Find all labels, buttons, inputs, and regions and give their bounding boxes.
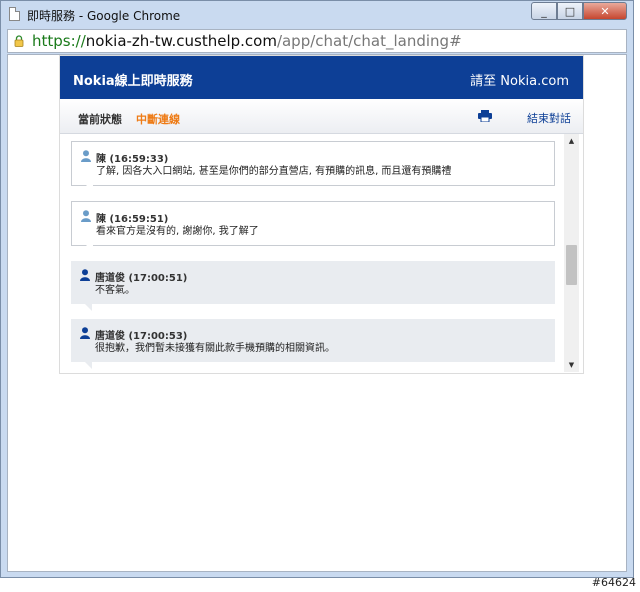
close-button[interactable]: ✕ (583, 2, 627, 20)
url-text[interactable]: https://nokia-zh-tw.custhelp.com/app/cha… (32, 32, 462, 50)
window-title: 即時服務 - Google Chrome (27, 9, 181, 23)
message-text: 很抱歉，我們暫未接獲有關此款手機預購的相關資訊。 (95, 343, 335, 354)
bubble-tail (85, 362, 92, 369)
watermark: #64624 (591, 576, 636, 589)
page-viewport: Nokia線上即時服務 請至 Nokia.com 當前狀態 中斷連線 結束對話 … (7, 54, 627, 572)
chat-header: Nokia線上即時服務 請至 Nokia.com (60, 56, 583, 99)
message-scrollbar[interactable]: ▲ ▼ (564, 134, 579, 372)
message-text: 了解, 因各大入口網站, 甚至是你們的部分直營店, 有預購的訊息, 而且還有預購… (96, 166, 452, 177)
minimize-button[interactable]: _ (531, 2, 557, 20)
bubble-tail (86, 185, 93, 192)
chat-message: 陳 (16:59:51) 看來官方是沒有的, 謝謝你, 我了解了 (71, 201, 555, 252)
chat-message: 陳 (16:59:33) 了解, 因各大入口網站, 甚至是你們的部分直營店, 有… (71, 141, 555, 192)
url-path: /app/chat/chat_landing# (276, 32, 462, 50)
browser-window: 即時服務 - Google Chrome _ □ ✕ https://nokia… (0, 0, 634, 578)
agent-icon (80, 327, 90, 339)
address-bar[interactable]: https://nokia-zh-tw.custhelp.com/app/cha… (7, 29, 627, 53)
page-icon (9, 7, 20, 21)
user-icon (81, 150, 91, 162)
url-host: nokia-zh-tw.custhelp.com (85, 32, 277, 50)
printer-icon[interactable] (478, 110, 492, 122)
message-time: (17:00:51) (128, 273, 188, 284)
scroll-thumb[interactable] (566, 245, 577, 285)
lock-icon (14, 35, 24, 47)
status-bar: 當前狀態 中斷連線 結束對話 (60, 99, 583, 134)
agent-icon (80, 269, 90, 281)
bubble-tail (86, 245, 93, 252)
title-bar: 即時服務 - Google Chrome _ □ ✕ (1, 1, 633, 29)
message-list: 陳 (16:59:33) 了解, 因各大入口網站, 甚至是你們的部分直營店, 有… (60, 134, 583, 374)
maximize-button[interactable]: □ (557, 2, 583, 20)
user-icon (81, 210, 91, 222)
status-label: 當前狀態 (78, 113, 122, 126)
chat-title: Nokia線上即時服務 (73, 74, 193, 89)
status-value: 中斷連線 (136, 113, 180, 126)
end-chat-button[interactable]: 結束對話 (527, 110, 571, 126)
nokia-link[interactable]: 請至 Nokia.com (470, 70, 569, 89)
scroll-up-arrow-icon[interactable]: ▲ (564, 134, 579, 148)
chat-panel: Nokia線上即時服務 請至 Nokia.com 當前狀態 中斷連線 結束對話 … (59, 55, 584, 374)
message-text: 看來官方是沒有的, 謝謝你, 我了解了 (96, 226, 259, 237)
scroll-down-arrow-icon[interactable]: ▼ (564, 358, 579, 372)
bubble-tail (85, 304, 92, 311)
chat-message: 唐道俊 (17:00:53) 很抱歉，我們暫未接獲有關此款手機預購的相關資訊。 (71, 319, 555, 369)
message-text: 不客氣。 (95, 285, 135, 296)
chat-message: 唐道俊 (17:00:51) 不客氣。 (71, 261, 555, 311)
window-controls: _ □ ✕ (531, 2, 627, 20)
url-scheme: https:// (32, 32, 86, 50)
